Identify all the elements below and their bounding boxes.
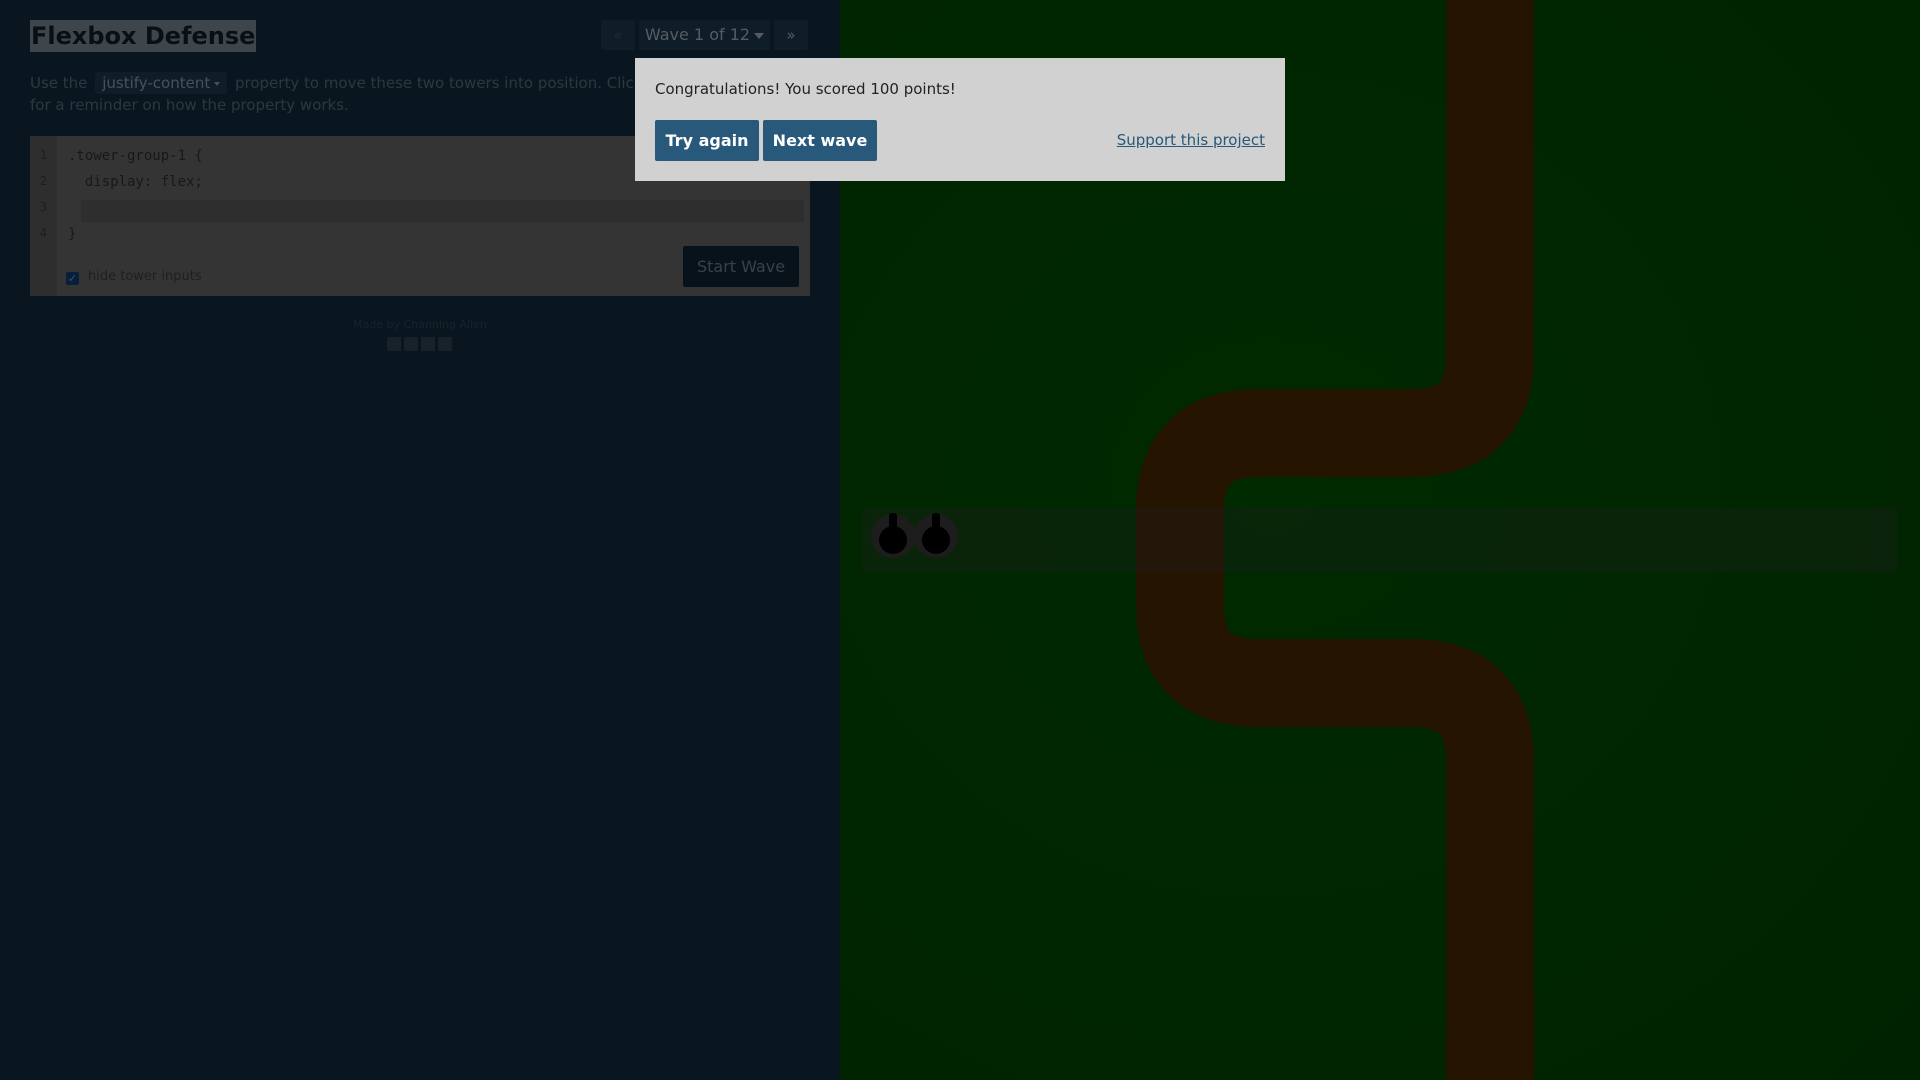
try-again-button[interactable]: Try again (655, 120, 759, 161)
next-wave-button[interactable]: Next wave (763, 120, 877, 161)
support-project-link[interactable]: Support this project (1117, 131, 1265, 149)
result-dialog: Congratulations! You scored 100 points! … (635, 58, 1285, 181)
result-message: Congratulations! You scored 100 points! (655, 80, 956, 98)
